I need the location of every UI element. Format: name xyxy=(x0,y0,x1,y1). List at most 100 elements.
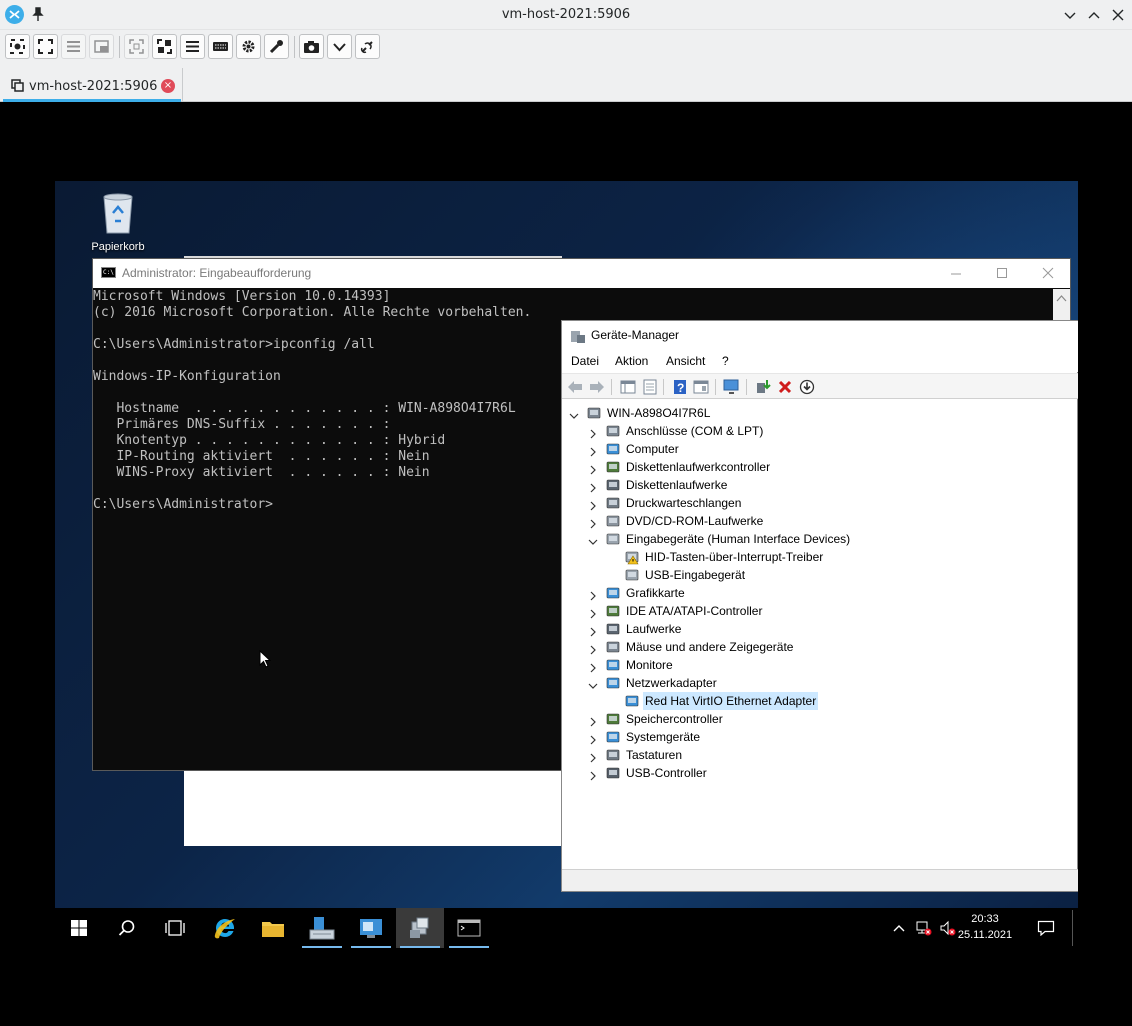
file-explorer-icon[interactable] xyxy=(249,908,297,948)
tree-category[interactable]: Monitore xyxy=(562,656,1078,674)
fullscreen-icon[interactable] xyxy=(33,34,58,59)
search-icon[interactable] xyxy=(103,908,151,948)
tree-category[interactable]: DVD/CD-ROM-Laufwerke xyxy=(562,512,1078,530)
expand-chevron-icon[interactable] xyxy=(588,624,598,637)
expand-chevron-icon[interactable] xyxy=(588,498,598,511)
collapse-chevron-icon[interactable] xyxy=(588,678,598,689)
tree-category[interactable]: Druckwarteschlangen xyxy=(562,494,1078,512)
tree-category[interactable]: Laufwerke xyxy=(562,620,1078,638)
tree-category[interactable]: Mäuse und andere Zeigegeräte xyxy=(562,638,1078,656)
device-manager-window[interactable]: Geräte-Manager Datei Aktion Ansicht ? ? xyxy=(561,320,1078,892)
expand-chevron-icon[interactable] xyxy=(588,462,598,475)
menu-datei[interactable]: Datei xyxy=(571,354,599,368)
screenshot-camera-icon[interactable] xyxy=(299,34,324,59)
tree-category[interactable]: Speichercontroller xyxy=(562,710,1078,728)
expand-chevron-icon[interactable] xyxy=(588,426,598,439)
forward-arrow-icon[interactable] xyxy=(588,378,606,396)
tree-root[interactable]: WIN-A898O4I7R6L xyxy=(562,404,1078,422)
show-hide-tree-icon[interactable] xyxy=(619,378,637,396)
minimize-chevron-icon[interactable] xyxy=(1062,7,1078,23)
preferences-gear-icon[interactable] xyxy=(236,34,261,59)
expand-chevron-icon[interactable] xyxy=(588,750,598,763)
window-scale-icon[interactable] xyxy=(89,34,114,59)
tree-category[interactable]: Systemgeräte xyxy=(562,728,1078,746)
expand-chevron-icon[interactable] xyxy=(588,714,598,727)
menu-aktion[interactable]: Aktion xyxy=(615,354,648,368)
more-chevron-icon[interactable] xyxy=(327,34,352,59)
tree-category-label: Druckwarteschlangen xyxy=(626,496,742,510)
printer-icon xyxy=(605,495,621,511)
expand-chevron-icon[interactable] xyxy=(588,516,598,529)
task-view-icon[interactable] xyxy=(151,908,199,948)
tree-category[interactable]: Anschlüsse (COM & LPT) xyxy=(562,422,1078,440)
tray-overflow-chevron-icon[interactable] xyxy=(891,920,907,936)
tree-category[interactable]: Grafikkarte xyxy=(562,584,1078,602)
uninstall-x-icon[interactable] xyxy=(776,378,794,396)
tree-category[interactable]: IDE ATA/ATAPI-Controller xyxy=(562,602,1078,620)
tree-category[interactable]: Eingabegeräte (Human Interface Devices) xyxy=(562,530,1078,548)
action-view-icon[interactable] xyxy=(692,378,710,396)
tree-device[interactable]: Red Hat VirtIO Ethernet Adapter xyxy=(562,692,1078,710)
disconnect-icon[interactable] xyxy=(355,34,380,59)
tree-category[interactable]: USB-Controller xyxy=(562,764,1078,782)
network-status-icon[interactable] xyxy=(915,920,932,936)
menu-help[interactable]: ? xyxy=(722,354,729,368)
close-icon[interactable] xyxy=(1110,7,1126,23)
maximize-icon[interactable] xyxy=(994,265,1010,281)
expand-chevron-icon[interactable] xyxy=(588,642,598,655)
start-icon[interactable] xyxy=(55,908,103,948)
collapse-chevron-icon[interactable] xyxy=(588,534,598,545)
device-manager-taskbar-icon[interactable] xyxy=(347,908,395,948)
tree-category-label: Mäuse und andere Zeigegeräte xyxy=(626,640,794,654)
tab-connection[interactable]: vm-host-2021:5906 × xyxy=(3,68,183,102)
properties-sheet-icon[interactable] xyxy=(641,378,659,396)
window-titlebar[interactable]: vm-host-2021:5906 xyxy=(0,0,1132,30)
menu-ansicht[interactable]: Ansicht xyxy=(666,354,705,368)
menu-icon[interactable] xyxy=(61,34,86,59)
expand-chevron-icon[interactable] xyxy=(588,444,598,457)
close-icon[interactable] xyxy=(1040,265,1056,281)
expand-chevron-icon[interactable] xyxy=(588,588,598,601)
expand-chevron-icon[interactable] xyxy=(588,768,598,781)
tree-device[interactable]: HID-Tasten-über-Interrupt-Treiber xyxy=(562,548,1078,566)
server-manager-icon[interactable] xyxy=(298,908,346,948)
scan-hardware-icon[interactable] xyxy=(723,378,741,396)
tab-close-icon[interactable]: × xyxy=(161,79,175,93)
update-driver-icon[interactable] xyxy=(754,378,772,396)
remote-app-icon[interactable] xyxy=(396,908,444,948)
tools-wrench-icon[interactable] xyxy=(264,34,289,59)
tree-device[interactable]: USB-Eingabegerät xyxy=(562,566,1078,584)
tree-category[interactable]: Computer xyxy=(562,440,1078,458)
action-center-icon[interactable] xyxy=(1037,920,1055,937)
expand-chevron-icon[interactable] xyxy=(588,732,598,745)
minimize-icon[interactable] xyxy=(948,265,964,281)
expand-chevron-icon[interactable] xyxy=(588,480,598,493)
disable-device-icon[interactable] xyxy=(798,378,816,396)
dynamic-resolution-icon[interactable] xyxy=(124,34,149,59)
maximize-chevron-icon[interactable] xyxy=(1086,7,1102,23)
recycle-bin-shortcut[interactable]: Papierkorb xyxy=(85,191,151,253)
monitor-icon xyxy=(605,657,621,673)
internet-explorer-icon[interactable] xyxy=(201,908,249,948)
device-tree[interactable]: WIN-A898O4I7R6L Anschlüsse (COM & LPT) Com… xyxy=(562,401,1078,866)
expand-chevron-icon[interactable] xyxy=(588,606,598,619)
cmd-taskbar-icon[interactable] xyxy=(445,908,493,948)
expand-chevron-icon[interactable] xyxy=(588,660,598,673)
viewport-fit-icon[interactable] xyxy=(5,34,30,59)
tree-category[interactable]: Tastaturen xyxy=(562,746,1078,764)
device-manager-titlebar[interactable]: Geräte-Manager xyxy=(562,321,1078,350)
tree-category[interactable]: Netzwerkadapter xyxy=(562,674,1078,692)
help-question-icon[interactable]: ? xyxy=(671,378,689,396)
tree-category[interactable]: Diskettenlaufwerkcontroller xyxy=(562,458,1078,476)
remote-desktop[interactable]: Papierkorb C:\ Administrator: Eingabeauf… xyxy=(55,181,1078,908)
recycle-bin-label: Papierkorb xyxy=(91,241,145,253)
tree-category[interactable]: Diskettenlaufwerke xyxy=(562,476,1078,494)
keyboard-grab-icon[interactable] xyxy=(208,34,233,59)
collapse-chevron-icon[interactable] xyxy=(569,408,579,419)
taskbar-clock[interactable]: 20:33 25.11.2021 xyxy=(950,911,1020,943)
cmd-titlebar[interactable]: C:\ Administrator: Eingabeaufforderung xyxy=(93,259,1070,288)
scale-icon[interactable] xyxy=(152,34,177,59)
menu-icon[interactable] xyxy=(180,34,205,59)
show-desktop-divider[interactable] xyxy=(1072,910,1073,946)
back-arrow-icon[interactable] xyxy=(566,378,584,396)
